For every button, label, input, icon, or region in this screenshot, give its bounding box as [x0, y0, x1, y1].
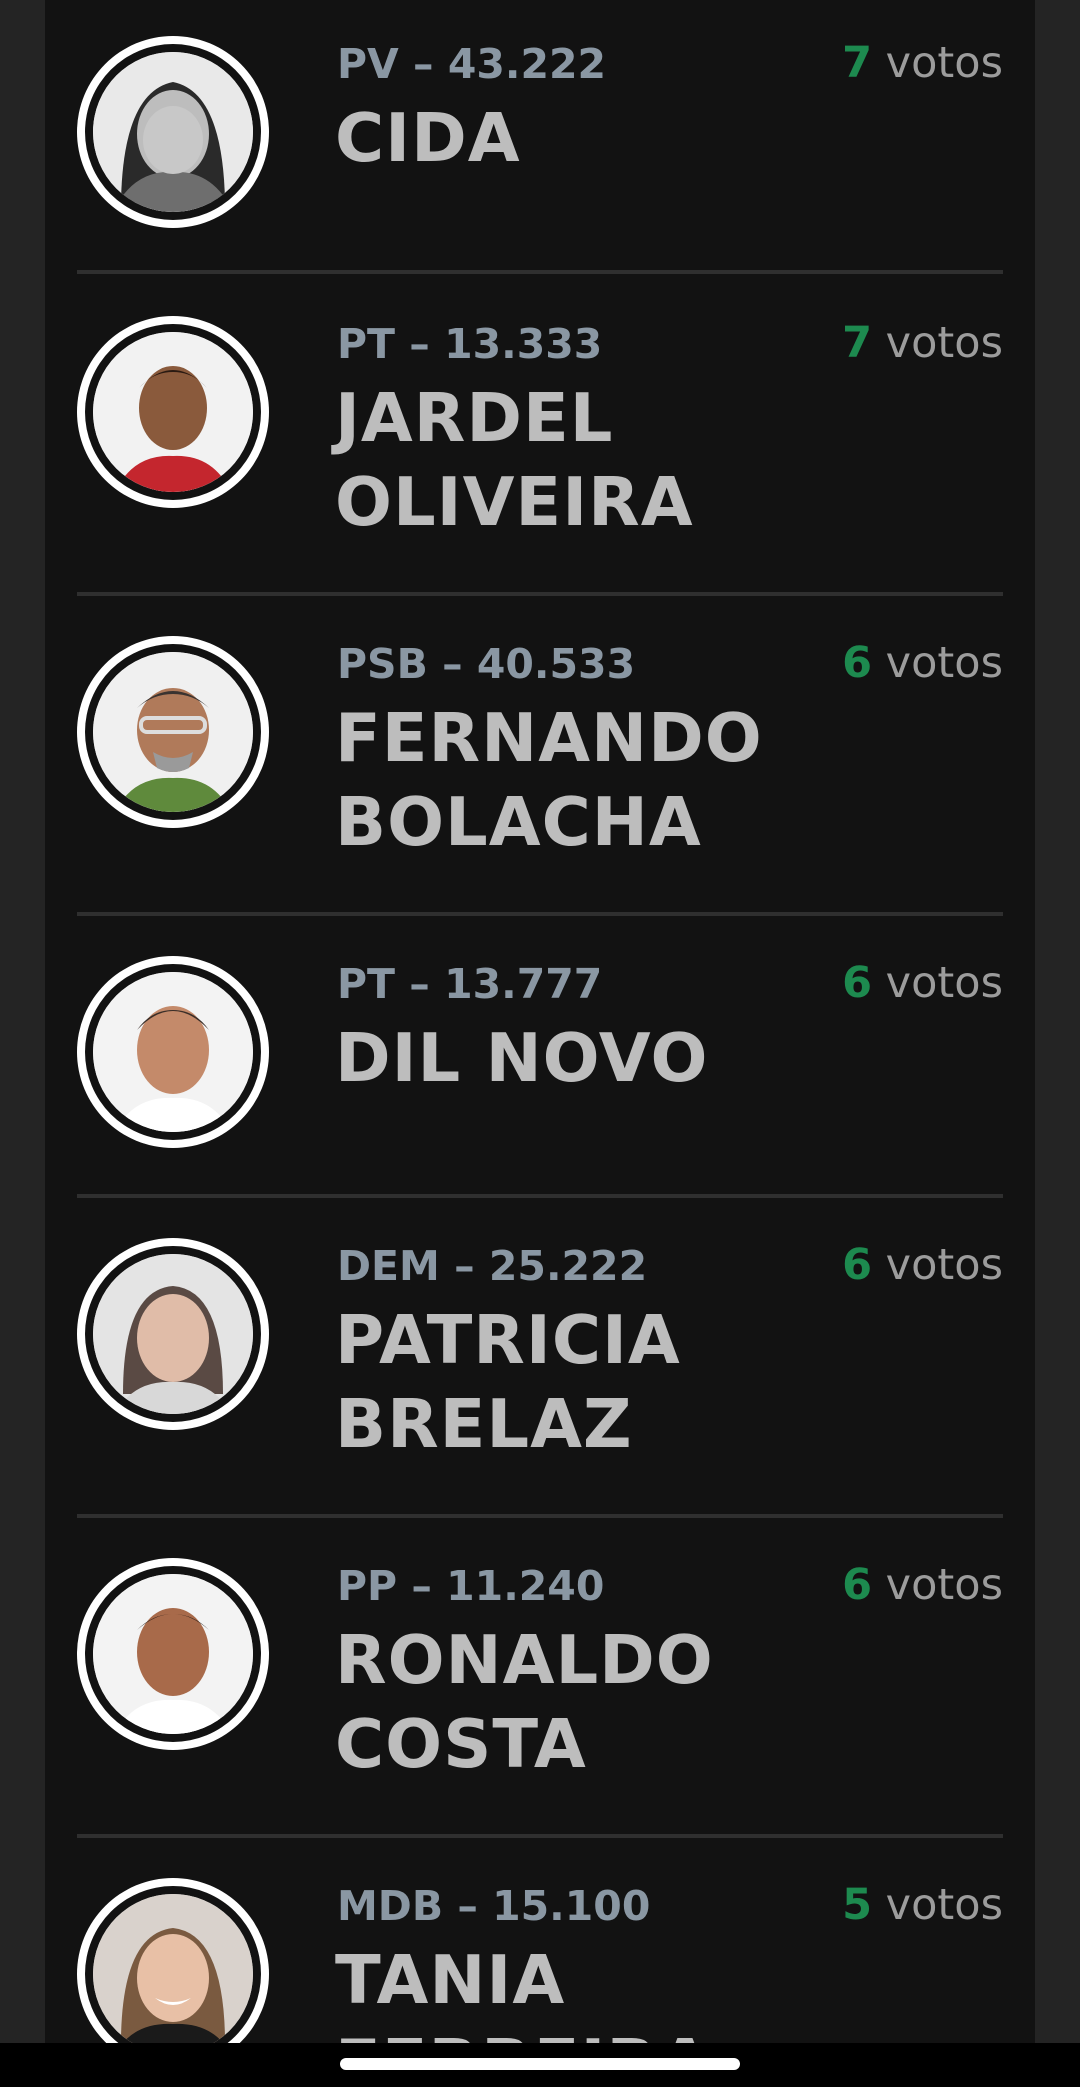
candidate-row[interactable]: PP – 11.240 RONALDO COSTA 6 votos — [77, 1520, 1003, 1838]
vote-label: votos — [885, 38, 1003, 88]
vote-label: votos — [885, 1240, 1003, 1290]
candidate-avatar — [77, 36, 269, 228]
candidate-party-number: PP – 11.240 — [337, 1562, 605, 1610]
vote-count: 6 — [842, 638, 872, 688]
candidate-row[interactable]: PSB – 40.533 FERNANDO BOLACHA 6 votos — [77, 598, 1003, 916]
candidate-avatar — [77, 1238, 269, 1430]
vote-label: votos — [885, 638, 1003, 688]
vote-count: 6 — [842, 1240, 872, 1290]
vote-count: 7 — [842, 318, 872, 368]
candidate-votes: 7 votos — [842, 38, 1003, 88]
home-indicator[interactable] — [340, 2058, 740, 2070]
candidate-avatar — [77, 1878, 269, 2043]
app-screen: PV – 43.222 CIDA 7 votos PT – 13.333 JAR… — [0, 0, 1080, 2087]
vote-label: votos — [885, 958, 1003, 1008]
candidate-votes: 7 votos — [842, 318, 1003, 368]
candidate-name: TANIA FERREIRA — [335, 1941, 711, 2043]
candidate-party-number: PT – 13.333 — [337, 320, 603, 368]
system-navigation-area — [0, 2043, 1080, 2087]
candidate-party-number: PT – 13.777 — [337, 960, 603, 1008]
vote-label: votos — [885, 1880, 1003, 1930]
candidate-avatar — [77, 956, 269, 1148]
candidate-name: DIL NOVO — [335, 1019, 709, 1097]
candidate-name: PATRICIA BRELAZ — [335, 1301, 681, 1463]
candidate-party-number: PSB – 40.533 — [337, 640, 636, 688]
candidate-name: JARDEL OLIVEIRA — [335, 379, 694, 541]
candidate-row[interactable]: PV – 43.222 CIDA 7 votos — [77, 0, 1003, 274]
candidate-avatar — [77, 316, 269, 508]
candidate-votes: 6 votos — [842, 958, 1003, 1008]
candidate-name: FERNANDO BOLACHA — [335, 699, 763, 861]
candidate-votes: 6 votos — [842, 1560, 1003, 1610]
candidate-name: CIDA — [335, 99, 521, 177]
candidate-row[interactable]: DEM – 25.222 PATRICIA BRELAZ 6 votos — [77, 1200, 1003, 1518]
candidate-name: RONALDO COSTA — [335, 1621, 714, 1783]
vote-label: votos — [885, 1560, 1003, 1610]
candidate-row[interactable]: PT – 13.333 JARDEL OLIVEIRA 7 votos — [77, 278, 1003, 596]
vote-count: 7 — [842, 38, 872, 88]
candidate-party-number: PV – 43.222 — [337, 40, 607, 88]
vote-count: 5 — [842, 1880, 872, 1930]
candidate-avatar — [77, 636, 269, 828]
vote-count: 6 — [842, 1560, 872, 1610]
candidate-votes: 5 votos — [842, 1880, 1003, 1930]
candidate-party-number: MDB – 15.100 — [337, 1882, 651, 1930]
candidate-avatar — [77, 1558, 269, 1750]
vote-count: 6 — [842, 958, 872, 1008]
candidate-row[interactable]: PT – 13.777 DIL NOVO 6 votos — [77, 918, 1003, 1198]
candidate-votes: 6 votos — [842, 1240, 1003, 1290]
candidate-party-number: DEM – 25.222 — [337, 1242, 648, 1290]
candidate-list[interactable]: PV – 43.222 CIDA 7 votos PT – 13.333 JAR… — [45, 0, 1035, 2043]
candidate-votes: 6 votos — [842, 638, 1003, 688]
vote-label: votos — [885, 318, 1003, 368]
candidate-row[interactable]: MDB – 15.100 TANIA FERREIRA 5 votos — [77, 1840, 1003, 2043]
